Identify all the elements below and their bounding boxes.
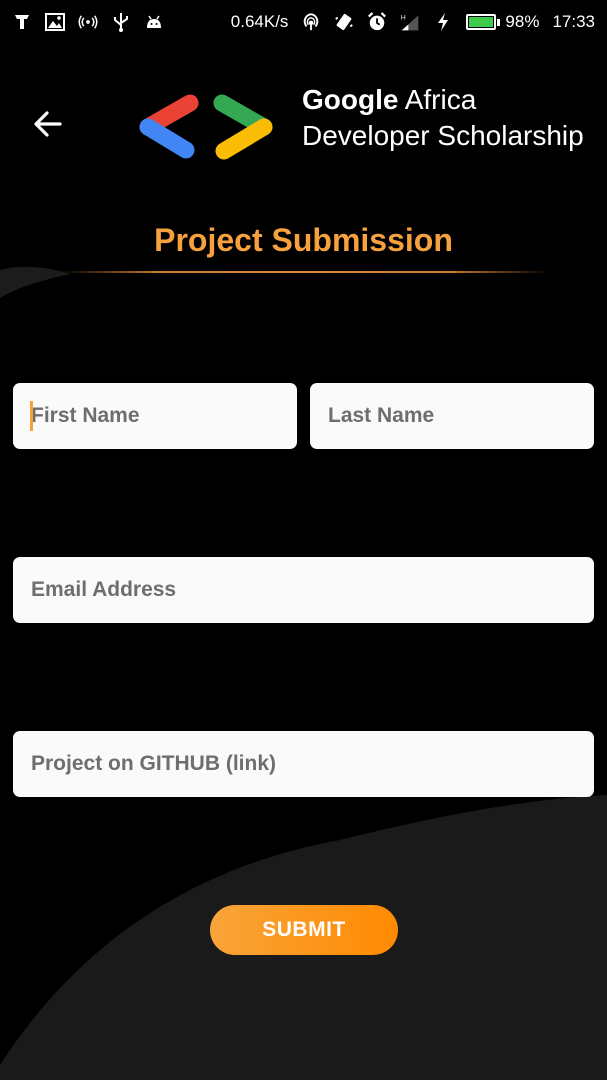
usb-icon <box>111 12 131 32</box>
battery-fill <box>469 17 493 27</box>
gads-logo-icon <box>139 94 273 160</box>
battery-percent: 98% <box>505 12 540 31</box>
last-name-input[interactable] <box>328 383 594 449</box>
last-name-field[interactable] <box>310 383 594 449</box>
wifi-hotspot-icon <box>301 12 321 32</box>
status-right-icons: 0.64K/s H 98% 17:33 <box>231 12 595 32</box>
first-name-field[interactable] <box>13 383 297 449</box>
clock: 17:33 <box>552 12 595 31</box>
hotspot-icon <box>78 12 98 32</box>
tiktok-icon <box>12 12 32 32</box>
app-header: Google Africa Developer Scholarship <box>0 60 607 190</box>
brand-title: Google Africa Developer Scholarship <box>302 82 584 154</box>
network-speed: 0.64K/s <box>230 12 289 31</box>
brand-line-2: Developer Scholarship <box>302 120 584 151</box>
android-icon <box>144 12 164 32</box>
battery-icon <box>466 14 501 30</box>
vibrate-icon <box>334 12 354 32</box>
submit-button[interactable]: SUBMIT <box>210 905 398 955</box>
text-cursor <box>30 401 33 431</box>
battery-body <box>466 14 497 30</box>
charging-icon <box>433 12 453 32</box>
brand-africa: Africa <box>398 84 477 115</box>
email-field[interactable] <box>13 557 594 623</box>
signal-icon: H <box>400 12 420 32</box>
title-divider <box>60 271 550 273</box>
status-bar: 0.64K/s H 98% 17:33 <box>0 0 607 44</box>
page-title: Project Submission <box>154 222 453 258</box>
status-left-icons <box>12 12 164 32</box>
arrow-left-icon <box>34 111 62 137</box>
github-link-field[interactable] <box>13 731 594 797</box>
brand-line-1: Google Africa <box>302 82 584 118</box>
image-icon <box>45 12 65 32</box>
brand-google: Google <box>302 84 399 115</box>
svg-text:H: H <box>401 15 406 22</box>
github-link-input[interactable] <box>31 731 594 797</box>
first-name-input[interactable] <box>31 383 297 449</box>
battery-tip <box>497 18 501 26</box>
email-input[interactable] <box>31 557 594 623</box>
back-button[interactable] <box>22 100 74 148</box>
alarm-icon <box>367 12 387 32</box>
